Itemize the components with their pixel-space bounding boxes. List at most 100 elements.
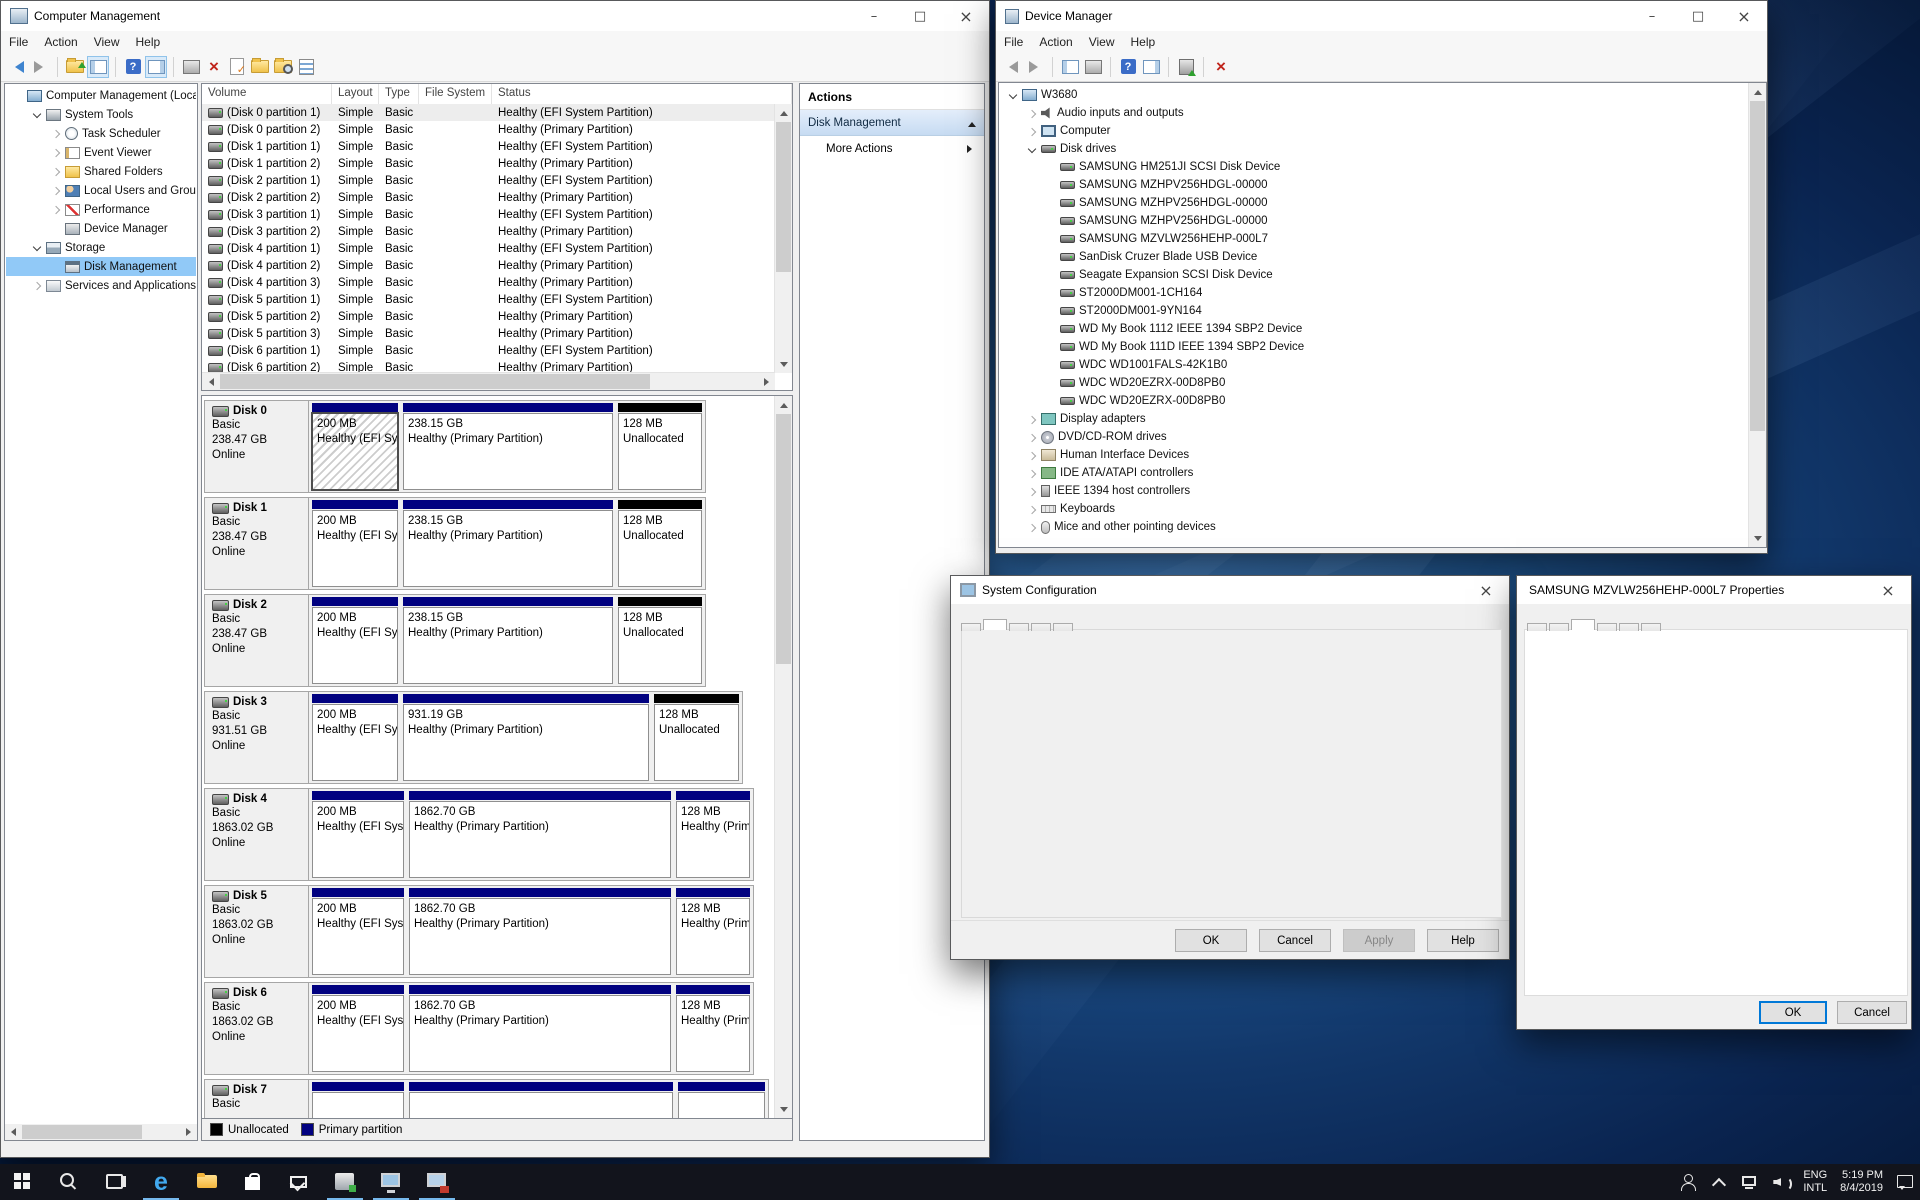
partition[interactable]: 200 MBHealthy (EFI System Partition) [311,984,405,1073]
partition[interactable]: 1862.70 GBHealthy (Primary Partition) [408,984,672,1073]
help-icon[interactable]: ? [123,57,143,77]
ok-button[interactable]: OK [1759,1001,1827,1024]
chevron-icon[interactable] [1044,178,1059,193]
properties-icon[interactable] [296,57,316,77]
tree-item[interactable]: Local Users and Groups [6,181,196,200]
column-header-file-system[interactable]: File System [419,84,492,104]
chevron-icon[interactable] [1044,394,1059,409]
close-button[interactable]: × [1721,1,1767,31]
scroll-up-button[interactable] [1749,83,1766,100]
device-tree-item[interactable]: WD My Book 1112 IEEE 1394 SBP2 Device [1001,320,1748,338]
volume-row[interactable]: (Disk 6 partition 1) Simple Basic Health… [202,342,775,359]
volume-row[interactable]: (Disk 3 partition 2) Simple Basic Health… [202,223,775,240]
tab[interactable] [983,619,1007,630]
chevron-icon[interactable] [1044,214,1059,229]
chevron-icon[interactable] [1025,412,1040,427]
column-header-volume[interactable]: Volume [202,84,332,104]
scroll-thumb[interactable] [776,122,791,272]
language-indicator[interactable]: ENG INTL [1803,1169,1827,1195]
scroll-thumb[interactable] [220,374,650,389]
tree-item[interactable]: Event Viewer [6,143,196,162]
check-disk-icon[interactable]: ✓ [227,57,247,77]
column-header-status[interactable]: Status [492,84,792,104]
device-tree-item[interactable]: ST2000DM001-9YN164 [1001,302,1748,320]
partition[interactable]: 128 MBHealthy (Primary Partition) [675,984,751,1073]
scroll-left-button[interactable] [5,1124,21,1140]
titlebar[interactable]: Device Manager – □ × [996,1,1767,31]
volume-row[interactable]: (Disk 5 partition 1) Simple Basic Health… [202,291,775,308]
chevron-up-icon[interactable] [1710,1173,1728,1191]
chevron-icon[interactable] [1006,88,1021,103]
scroll-down-button[interactable] [775,356,792,373]
show-action-pane-icon[interactable] [146,57,166,77]
scroll-up-button[interactable] [775,104,792,121]
tree-item[interactable]: Device Manager [6,219,196,238]
volume-icon[interactable] [1772,1173,1790,1191]
device-tree-item[interactable]: SanDisk Cruzer Blade USB Device [1001,248,1748,266]
tab[interactable] [1549,623,1569,631]
chevron-icon[interactable] [1044,160,1059,175]
chevron-icon[interactable] [1044,286,1059,301]
device-tree-item[interactable]: IEEE 1394 host controllers [1001,482,1748,500]
device-tree-item[interactable]: W3680 [1001,86,1748,104]
device-tree-item[interactable]: Disk drives [1001,140,1748,158]
taskbar-button[interactable] [138,1164,184,1200]
tree-item[interactable]: Shared Folders [6,162,196,181]
partition[interactable] [408,1081,674,1118]
volume-row[interactable]: (Disk 0 partition 2) Simple Basic Health… [202,121,775,138]
chevron-icon[interactable] [1025,484,1040,499]
actions-group-disk-management[interactable]: Disk Management [800,110,984,136]
chevron-icon[interactable] [1044,358,1059,373]
cancel-button[interactable]: Cancel [1837,1001,1907,1024]
chevron-icon[interactable] [1025,430,1040,445]
tree-item[interactable]: Performance [6,200,196,219]
scan-hardware-icon[interactable] [1176,57,1196,77]
console-window-icon[interactable] [1083,57,1103,77]
forward-icon[interactable] [30,57,50,77]
close-button[interactable]: × [943,1,989,31]
chevron-icon[interactable] [1044,304,1059,319]
device-tree-item[interactable]: Mice and other pointing devices [1001,518,1748,536]
scroll-right-button[interactable] [181,1124,197,1140]
partition[interactable]: 128 MBUnallocated [617,596,703,685]
chevron-icon[interactable] [1025,142,1040,157]
menu-item[interactable]: Action [1031,33,1080,51]
device-tree-item[interactable]: WDC WD20EZRX-00D8PB0 [1001,374,1748,392]
tree-item[interactable]: Storage [6,238,196,257]
partition[interactable]: 128 MBUnallocated [617,402,703,491]
partition[interactable]: 200 MBHealthy (EFI System Partition) [311,402,399,491]
partition[interactable]: 931.19 GBHealthy (Primary Partition) [402,693,650,782]
scroll-left-button[interactable] [202,373,219,390]
chevron-icon[interactable] [49,126,64,141]
tab[interactable] [1641,623,1661,631]
chevron-icon[interactable] [30,278,45,293]
tree-item[interactable]: Computer Management (Local) [6,86,196,105]
help-icon[interactable]: ? [1118,57,1138,77]
scroll-thumb[interactable] [1750,101,1765,431]
import-folder-icon[interactable] [250,57,270,77]
titlebar[interactable]: System Configuration × [951,576,1509,604]
partition[interactable] [311,1081,405,1118]
show-action-pane-icon[interactable] [1141,57,1161,77]
show-console-tree-icon[interactable] [88,57,108,77]
menu-item[interactable]: Action [36,33,85,51]
partition[interactable]: 200 MBHealthy (EFI System Partition) [311,790,405,879]
taskbar-button[interactable] [322,1164,368,1200]
partition[interactable]: 1862.70 GBHealthy (Primary Partition) [408,887,672,976]
scroll-up-button[interactable] [775,396,792,413]
tab[interactable] [1053,623,1073,631]
chevron-icon[interactable] [1044,250,1059,265]
disk-vertical-scrollbar[interactable] [774,396,792,1118]
chevron-icon[interactable] [49,202,64,217]
device-tree-item[interactable]: IDE ATA/ATAPI controllers [1001,464,1748,482]
chevron-icon[interactable] [1025,106,1040,121]
scroll-thumb[interactable] [22,1125,142,1139]
menu-item[interactable]: File [996,33,1031,51]
chevron-icon[interactable] [1044,340,1059,355]
disk-header[interactable]: Disk 0Basic238.47 GBOnline [205,401,309,492]
chevron-icon[interactable] [1025,124,1040,139]
close-button[interactable]: × [1463,576,1509,604]
partition[interactable]: 200 MBHealthy (EFI System Partition) [311,693,399,782]
cancel-button[interactable]: Cancel [1259,929,1331,952]
titlebar[interactable]: SAMSUNG MZVLW256HEHP-000L7 Properties × [1517,576,1911,604]
